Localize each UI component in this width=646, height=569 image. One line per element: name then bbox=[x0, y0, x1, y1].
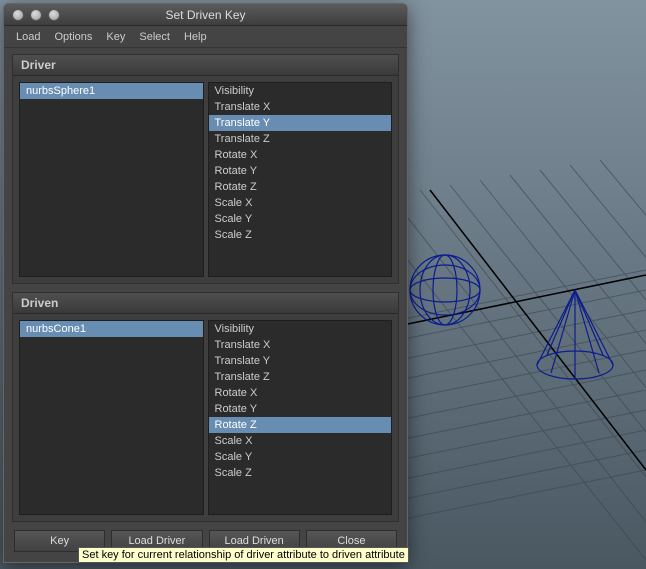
driven-header: Driven bbox=[13, 293, 398, 314]
list-item[interactable]: Rotate Z bbox=[209, 417, 392, 433]
menu-help[interactable]: Help bbox=[184, 31, 207, 43]
close-icon[interactable] bbox=[12, 9, 24, 21]
list-item[interactable]: Translate X bbox=[209, 99, 392, 115]
list-item[interactable]: Scale Z bbox=[209, 227, 392, 243]
list-item[interactable]: Translate Y bbox=[209, 353, 392, 369]
driven-section: Driven nurbsCone1 VisibilityTranslate XT… bbox=[12, 292, 399, 522]
list-item[interactable]: Scale Z bbox=[209, 465, 392, 481]
driver-header: Driver bbox=[13, 55, 398, 76]
driver-object-list[interactable]: nurbsSphere1 bbox=[19, 82, 204, 277]
window-title: Set Driven Key bbox=[4, 8, 407, 22]
list-item[interactable]: Rotate X bbox=[209, 147, 392, 163]
list-item[interactable]: Scale Y bbox=[209, 211, 392, 227]
menu-options[interactable]: Options bbox=[54, 31, 92, 43]
driver-attribute-list[interactable]: VisibilityTranslate XTranslate YTranslat… bbox=[208, 82, 393, 277]
driven-attribute-list[interactable]: VisibilityTranslate XTranslate YTranslat… bbox=[208, 320, 393, 515]
driver-section: Driver nurbsSphere1 VisibilityTranslate … bbox=[12, 54, 399, 284]
driven-object-list[interactable]: nurbsCone1 bbox=[19, 320, 204, 515]
list-item[interactable]: Translate Z bbox=[209, 369, 392, 385]
menubar: Load Options Key Select Help bbox=[4, 26, 407, 48]
list-item[interactable]: Translate Y bbox=[209, 115, 392, 131]
set-driven-key-window: Set Driven Key Load Options Key Select H… bbox=[3, 3, 408, 563]
list-item[interactable]: Scale Y bbox=[209, 449, 392, 465]
list-item[interactable]: nurbsCone1 bbox=[20, 321, 203, 337]
list-item[interactable]: Rotate Y bbox=[209, 401, 392, 417]
list-item[interactable]: Visibility bbox=[209, 321, 392, 337]
list-item[interactable]: Visibility bbox=[209, 83, 392, 99]
minimize-icon[interactable] bbox=[30, 9, 42, 21]
list-item[interactable]: Translate Z bbox=[209, 131, 392, 147]
list-item[interactable]: Translate X bbox=[209, 337, 392, 353]
list-item[interactable]: Rotate Z bbox=[209, 179, 392, 195]
list-item[interactable]: nurbsSphere1 bbox=[20, 83, 203, 99]
tooltip: Set key for current relationship of driv… bbox=[78, 547, 409, 563]
zoom-icon[interactable] bbox=[48, 9, 60, 21]
list-item[interactable]: Rotate Y bbox=[209, 163, 392, 179]
list-item[interactable]: Scale X bbox=[209, 195, 392, 211]
list-item[interactable]: Scale X bbox=[209, 433, 392, 449]
menu-load[interactable]: Load bbox=[16, 31, 40, 43]
menu-select[interactable]: Select bbox=[139, 31, 170, 43]
list-item[interactable]: Rotate X bbox=[209, 385, 392, 401]
menu-key[interactable]: Key bbox=[106, 31, 125, 43]
titlebar[interactable]: Set Driven Key bbox=[4, 4, 407, 26]
